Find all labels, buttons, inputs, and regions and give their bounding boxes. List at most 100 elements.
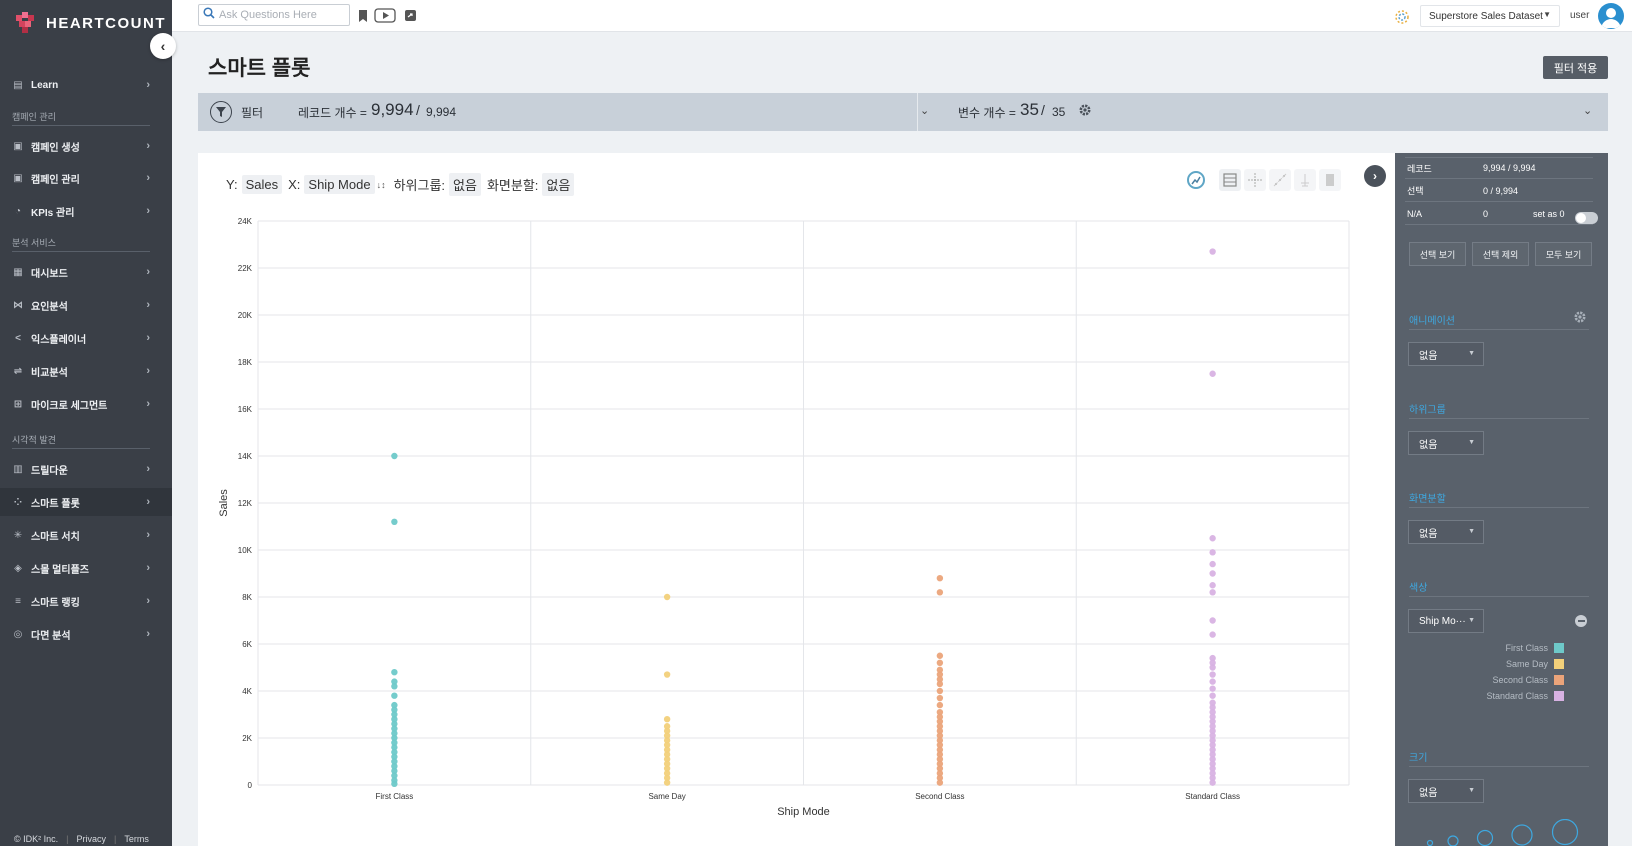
sidebar-item-kpis[interactable]: ◔ KPIs 관리 › (0, 197, 172, 225)
chevron-down-icon[interactable]: ⌄ (920, 104, 929, 117)
sidebar-item-smart-search[interactable]: ✳ 스마트 서치 › (0, 521, 172, 549)
data-point (1209, 370, 1216, 377)
divider (1409, 418, 1589, 419)
data-point (1209, 631, 1216, 638)
sidebar-item-smart-ranking[interactable]: ≡ 스마트 랭킹 › (0, 587, 172, 615)
factor-icon: ⋈ (13, 299, 23, 311)
set-as-zero-toggle[interactable] (1575, 212, 1598, 224)
sidebar-item-multi-analysis[interactable]: ◎ 다면 분석 › (0, 620, 172, 648)
logo[interactable]: HEARTCOUNT (16, 10, 166, 36)
variable-count-value: 35 (1020, 100, 1039, 119)
color-select[interactable]: Ship Mo··· ▼ (1408, 609, 1484, 633)
animation-section-title: 애니메이션 (1409, 316, 1455, 327)
gear-icon[interactable] (1573, 310, 1587, 329)
page-title: 스마트 플롯 (208, 57, 311, 80)
data-point (391, 692, 398, 699)
chart-card: Y: Sales X: Ship Mode ↓↕ 하위그룹: 없음 화면분할: … (198, 153, 1395, 846)
legend-item-first-class[interactable]: First Class (1506, 643, 1564, 653)
data-point (1209, 248, 1216, 255)
heart-logo-icon (16, 12, 38, 34)
divider (1409, 329, 1589, 330)
sidebar-item-campaign-create[interactable]: ▣ 캠페인 생성 › (0, 132, 172, 160)
subgroup-select[interactable]: 없음 ▼ (1408, 431, 1484, 455)
y-tick-label: 18K (238, 358, 253, 367)
sidebar-item-label: 드릴다운 (31, 465, 68, 477)
subgroup-value: 없음 (1419, 439, 1438, 451)
sidebar-item-label: 캠페인 생성 (31, 142, 80, 154)
color-section-title: 색상 (1409, 583, 1428, 594)
sidebar-item-factor-analysis[interactable]: ⋈ 요인분석 › (0, 291, 172, 319)
brand-name: HEARTCOUNT (46, 14, 166, 32)
sidebar-footer: © IDK² Inc. | Privacy | Terms (14, 834, 149, 844)
apply-filter-button[interactable]: 필터 적용 (1543, 56, 1608, 79)
remove-icon[interactable] (1575, 615, 1587, 627)
play-icon[interactable] (374, 8, 396, 23)
user-name[interactable]: user (1570, 10, 1589, 21)
y-tick-label: 8K (242, 593, 252, 602)
sidebar-item-compare[interactable]: ⇌ 비교분석 › (0, 357, 172, 385)
legend-item-same-day[interactable]: Same Day (1506, 659, 1564, 669)
sidebar-item-drilldown[interactable]: ▥ 드릴다운 › (0, 455, 172, 483)
dashboard-icon: ▦ (13, 266, 23, 278)
chevron-right-icon: › (146, 529, 150, 541)
sidebar-item-label: 비교분석 (31, 367, 68, 379)
sidebar-item-campaign-manage[interactable]: ▣ 캠페인 관리 › (0, 164, 172, 192)
caret-down-icon: ▼ (1468, 439, 1475, 446)
sidebar-item-explainer[interactable]: < 익스플레이너 › (0, 324, 172, 352)
privacy-link[interactable]: Privacy (76, 834, 106, 844)
view-selected-button[interactable]: 선택 보기 (1409, 242, 1466, 266)
divider (12, 125, 150, 126)
size-value: 없음 (1419, 787, 1438, 799)
sidebar-item-dashboard[interactable]: ▦ 대시보드 › (0, 258, 172, 286)
sidebar-item-label: 대시보드 (31, 268, 68, 280)
data-point (1209, 589, 1216, 596)
filter-label[interactable]: 필터 (241, 104, 263, 121)
size-select[interactable]: 없음 ▼ (1408, 779, 1484, 803)
topbar: Superstore Sales Dataset ▼ user (172, 0, 1632, 32)
x-tick-label: First Class (375, 792, 413, 801)
search-box[interactable] (198, 4, 350, 26)
sidebar-item-learn[interactable]: ▤ Learn › (0, 71, 172, 99)
exclude-selected-button[interactable]: 선택 제외 (1472, 242, 1529, 266)
data-point (1209, 582, 1216, 589)
data-point (936, 701, 944, 709)
record-count-value: 9,994 (371, 100, 414, 119)
compare-icon: ⇌ (13, 365, 23, 377)
split-select[interactable]: 없음 ▼ (1408, 520, 1484, 544)
y-tick-label: 4K (242, 687, 252, 696)
sidebar-item-small-multiples[interactable]: ◈ 스몰 멀티플즈 › (0, 554, 172, 582)
legend-label: Standard Class (1486, 691, 1548, 701)
view-all-button[interactable]: 모두 보기 (1535, 242, 1592, 266)
dataset-select[interactable]: Superstore Sales Dataset ▼ (1420, 5, 1560, 27)
chevron-down-icon[interactable]: ⌄ (1583, 104, 1592, 117)
bookmark-icon[interactable] (358, 8, 368, 23)
variable-count-total: 35 (1052, 105, 1066, 119)
data-point (391, 452, 398, 460)
gear-icon[interactable] (1078, 103, 1092, 122)
funnel-icon[interactable] (210, 101, 232, 123)
avatar[interactable] (1598, 3, 1624, 29)
right-panel: 레코드 9,994 / 9,994 선택 0 / 9,994 N/A 0 set… (1395, 153, 1608, 846)
divider (12, 251, 150, 252)
chevron-right-icon: › (146, 332, 150, 344)
animation-select[interactable]: 없음 ▼ (1408, 342, 1484, 366)
data-point (936, 652, 944, 659)
collapse-sidebar-button[interactable]: ‹ (150, 33, 176, 59)
scatter-plot[interactable]: 0 2K 4K 6K 8K 10K 12K 14K 16K 18K 20K 22K 24K First C… (198, 153, 1395, 846)
data-point (1209, 678, 1216, 685)
sparkle-icon: ✳ (13, 529, 23, 541)
share-icon[interactable] (404, 8, 417, 23)
y-tick-label: 14K (238, 452, 253, 461)
campaign-icon: ▣ (13, 172, 23, 184)
caret-down-icon: ▼ (1468, 617, 1475, 624)
sidebar-item-micro-segment[interactable]: ⊞ 마이크로 세그먼트 › (0, 390, 172, 418)
legend-item-second-class[interactable]: Second Class (1492, 675, 1564, 685)
terms-link[interactable]: Terms (124, 834, 149, 844)
data-point (391, 518, 398, 525)
sidebar-item-smart-plot[interactable]: ⁘ 스마트 플롯 › (0, 488, 172, 516)
data-point (1209, 685, 1216, 692)
search-input[interactable] (219, 9, 344, 21)
na-row: N/A 0 set as 0 (1405, 203, 1593, 225)
legend-item-standard-class[interactable]: Standard Class (1486, 691, 1564, 701)
sidebar-item-label: 마이크로 세그먼트 (31, 400, 108, 412)
